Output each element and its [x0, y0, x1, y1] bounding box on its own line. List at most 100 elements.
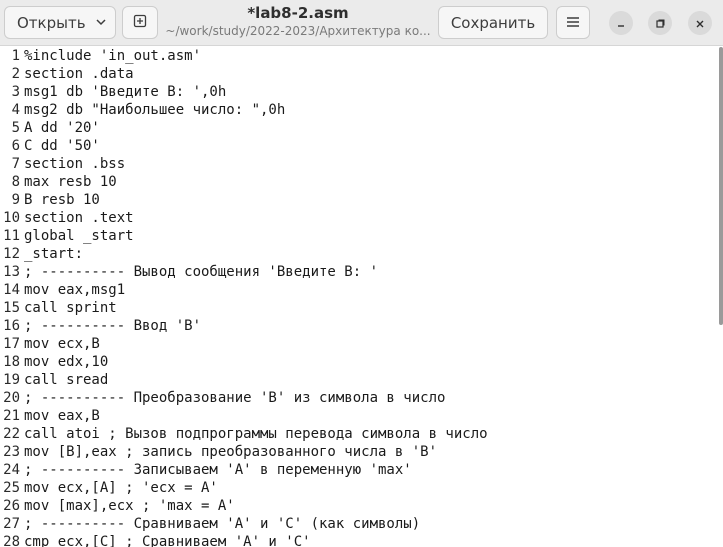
code-text[interactable]: ; ---------- Записываем 'A' в переменную… — [24, 462, 412, 478]
code-text[interactable]: mov ecx,[A] ; 'ecx = A' — [24, 480, 218, 496]
code-editor[interactable]: 1 %include 'in_out.asm' 2 section .data 3 msg… — [0, 47, 719, 547]
open-button-label: Открыть — [17, 13, 86, 32]
code-text[interactable]: section .bss — [24, 156, 125, 172]
code-text[interactable]: mov edx,10 — [24, 354, 108, 370]
code-line[interactable]: 14 mov eax,msg1 — [0, 281, 125, 299]
code-line[interactable]: 27; ---------- Сравниваем 'A' и 'C' (как… — [0, 515, 420, 533]
code-line[interactable]: 2 section .data — [0, 65, 134, 83]
code-text[interactable]: ; ---------- Преобразование 'B' из симво… — [24, 390, 445, 406]
line-number: 2 — [11, 66, 20, 82]
code-line[interactable]: 7 section .bss — [0, 155, 126, 173]
minimize-button[interactable] — [609, 11, 633, 35]
document-path: ~/work/study/2022-2023/Архитектура ко... — [165, 24, 431, 38]
code-line[interactable]: 21 mov eax,B — [0, 407, 100, 425]
new-document-icon — [132, 13, 148, 33]
code-text[interactable]: global _start — [24, 228, 134, 244]
code-text[interactable]: call atoi ; Вызов подпрограммы перевода … — [24, 426, 488, 442]
code-line[interactable]: 6C dd '50' — [0, 137, 100, 155]
code-text[interactable]: mov [B],eax ; запись преобразованного чи… — [24, 444, 437, 460]
close-button[interactable] — [688, 11, 712, 35]
code-text[interactable]: A dd '20' — [24, 120, 100, 136]
minimize-icon — [616, 14, 626, 33]
code-line[interactable]: 28 cmp ecx,[C] ; Сравниваем 'A' и 'C' — [0, 533, 311, 547]
code-line[interactable]: 26 mov [max],ecx ; 'max = A' — [0, 497, 235, 515]
code-line[interactable]: 20; ---------- Преобразование 'B' из сим… — [0, 389, 445, 407]
line-number: 19 — [3, 372, 20, 388]
code-line[interactable]: 9B resb 10 — [0, 191, 100, 209]
code-line[interactable]: 22 call atoi ; Вызов подпрограммы перевод… — [0, 425, 488, 443]
code-line[interactable]: 4 msg2 db "Наибольшее число: ",0h — [0, 101, 286, 119]
chevron-down-icon — [95, 14, 107, 32]
line-number: 5 — [11, 120, 20, 136]
line-number: 22 — [3, 426, 20, 442]
document-title: *lab8-2.asm — [247, 4, 349, 22]
code-text[interactable]: max resb 10 — [24, 174, 117, 190]
code-line[interactable]: 19 call sread — [0, 371, 108, 389]
code-text[interactable]: cmp ecx,[C] ; Сравниваем 'A' и 'C' — [24, 534, 311, 547]
save-button[interactable]: Сохранить — [438, 6, 548, 39]
line-number: 18 — [3, 354, 20, 370]
line-number: 25 — [3, 480, 20, 496]
line-number: 16 — [3, 318, 20, 334]
code-text[interactable]: section .text — [24, 210, 134, 226]
code-text[interactable]: call sread — [24, 372, 108, 388]
header-bar: Открыть *lab8-2.asm ~/work/study/2022-20… — [0, 0, 723, 46]
code-line[interactable]: 8 max resb 10 — [0, 173, 117, 191]
code-line[interactable]: 3 msg1 db 'Введите B: ',0h — [0, 83, 227, 101]
code-text[interactable]: B resb 10 — [24, 192, 100, 208]
code-text[interactable]: mov eax,B — [24, 408, 100, 424]
line-number: 28 — [3, 534, 20, 547]
code-line[interactable]: 24; ---------- Записываем 'A' в переменн… — [0, 461, 412, 479]
restore-icon — [655, 14, 665, 33]
hamburger-menu-icon — [566, 14, 580, 32]
line-number: 24 — [3, 462, 20, 478]
code-text[interactable]: section .data — [24, 66, 134, 82]
code-line[interactable]: 11 global _start — [0, 227, 134, 245]
line-number: 27 — [3, 516, 20, 532]
code-text[interactable]: msg2 db "Наибольшее число: ",0h — [24, 102, 285, 118]
line-number: 7 — [11, 156, 20, 172]
close-icon — [695, 14, 705, 33]
code-text[interactable]: %include 'in_out.asm' — [24, 48, 201, 64]
code-text[interactable]: mov eax,msg1 — [24, 282, 125, 298]
line-number: 3 — [11, 84, 20, 100]
code-text[interactable]: ; ---------- Вывод сообщения 'Введите B:… — [24, 264, 378, 280]
code-line[interactable]: 1 %include 'in_out.asm' — [0, 47, 201, 65]
code-text[interactable]: mov [max],ecx ; 'max = A' — [24, 498, 235, 514]
code-text[interactable]: call sprint — [24, 300, 117, 316]
open-button[interactable]: Открыть — [4, 6, 116, 39]
code-line[interactable]: 12 _start: — [0, 245, 83, 263]
line-number: 17 — [3, 336, 20, 352]
code-line[interactable]: 25 mov ecx,[A] ; 'ecx = A' — [0, 479, 218, 497]
code-text[interactable]: C dd '50' — [24, 138, 100, 154]
line-number: 13 — [3, 264, 20, 280]
line-number: 11 — [3, 228, 20, 244]
line-number: 15 — [3, 300, 20, 316]
code-text[interactable]: ; ---------- Ввод 'B' — [24, 318, 201, 334]
line-number: 20 — [3, 390, 20, 406]
line-number: 14 — [3, 282, 20, 298]
line-number: 26 — [3, 498, 20, 514]
line-number: 21 — [3, 408, 20, 424]
code-text[interactable]: _start: — [24, 246, 83, 262]
maximize-button[interactable] — [648, 11, 672, 35]
code-line[interactable]: 23 mov [B],eax ; запись преобразованного … — [0, 443, 437, 461]
code-line[interactable]: 15 call sprint — [0, 299, 117, 317]
line-number: 8 — [11, 174, 20, 190]
code-text[interactable]: ; ---------- Сравниваем 'A' и 'C' (как с… — [24, 516, 420, 532]
line-number: 12 — [3, 246, 20, 262]
line-number: 1 — [11, 48, 20, 64]
new-tab-button[interactable] — [122, 6, 158, 39]
vertical-scrollbar[interactable] — [719, 47, 723, 325]
code-text[interactable]: msg1 db 'Введите B: ',0h — [24, 84, 226, 100]
line-number: 4 — [11, 102, 20, 118]
code-line[interactable]: 13; ---------- Вывод сообщения 'Введите … — [0, 263, 378, 281]
code-line[interactable]: 10 section .text — [0, 209, 134, 227]
code-line[interactable]: 18 mov edx,10 — [0, 353, 108, 371]
line-number: 6 — [11, 138, 20, 154]
code-line[interactable]: 17 mov ecx,B — [0, 335, 100, 353]
code-text[interactable]: mov ecx,B — [24, 336, 100, 352]
code-line[interactable]: 16; ---------- Ввод 'B' — [0, 317, 201, 335]
main-menu-button[interactable] — [556, 6, 590, 39]
code-line[interactable]: 5A dd '20' — [0, 119, 100, 137]
